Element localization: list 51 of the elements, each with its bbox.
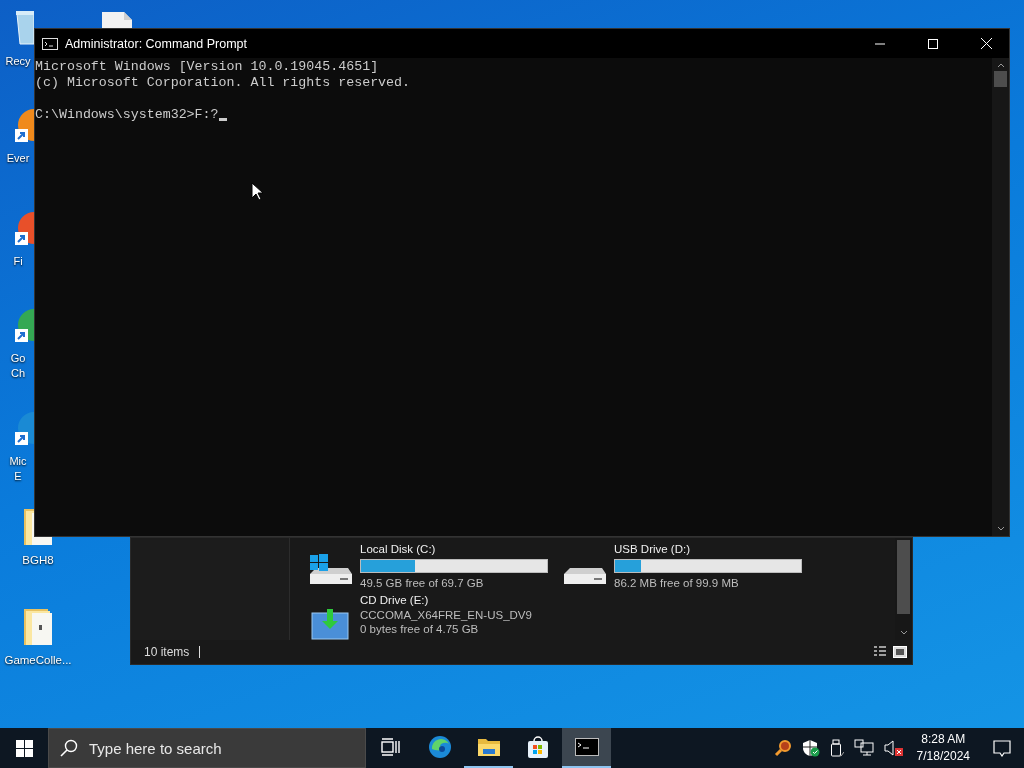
icon-label: GameColle... [4,653,72,668]
network-icon[interactable] [853,739,874,757]
clock-time[interactable]: 8:28 AM [921,731,966,748]
icon-label: Fi [12,254,24,269]
details-view-icon[interactable] [873,646,887,658]
magnifier-icon[interactable] [773,739,792,757]
file-icon[interactable] [100,10,134,28]
close-icon [980,38,992,49]
console-taskbar-button[interactable] [562,728,611,768]
drive-name[interactable]: USB Drive (D:) [614,542,802,557]
search-field[interactable]: Type here to search [48,728,366,768]
muted-speaker-icon[interactable] [883,739,904,757]
item-count: 10 items [144,645,190,659]
browser-icon [427,735,452,759]
scroll-thumb[interactable] [897,540,910,614]
icon-label: Go Ch [9,351,27,381]
large-icons-view-icon[interactable] [893,646,907,658]
icon-label: BGH8 [22,553,54,568]
free-space-text: 49.5 GB free of 69.7 GB [360,575,485,590]
security-shield-icon[interactable] [801,739,820,757]
icon-label: Recy [4,54,32,69]
console-icon [574,738,599,756]
scroll-up-icon[interactable] [996,62,1005,68]
windows-logo-icon [15,739,33,757]
usb-drive-icon[interactable] [829,739,844,757]
speech-bubble-icon [993,739,1011,757]
drive-name[interactable]: CD Drive (E:) [360,593,532,608]
scroll-down-icon[interactable] [996,526,1005,532]
icon-label: Ever [5,151,31,166]
folder-icon [476,737,501,757]
scroll-down-icon[interactable] [899,630,908,636]
search-icon [60,739,78,757]
window-title: Administrator: Command Prompt [65,36,247,51]
recycle-bin-icon[interactable] [15,8,34,48]
console-line: (c) Microsoft Corporation. All rights reserved. [35,75,412,91]
free-space-text: 0 bytes free of 4.75 GB [360,622,480,637]
drive-name[interactable]: Local Disk (C:) [360,542,548,557]
scroll-thumb[interactable] [994,71,1007,87]
maximize-icon [928,38,938,49]
clock-date[interactable]: 7/18/2024 [916,748,970,765]
free-space-text: 86.2 MB free of 99.9 MB [614,575,740,590]
store-bag-icon [526,735,549,759]
mouse-pointer-icon [251,182,263,201]
console-icon [42,37,58,50]
console-prompt: C:\Windows\system32>F:? [35,107,219,123]
scrollbar[interactable] [992,58,1009,536]
task-view-icon [380,738,401,756]
console-line: Microsoft Windows [Version 10.0.19045.4651] [35,59,380,75]
text-cursor [218,118,227,121]
volume-label: CCCOMA_X64FRE_EN-US_DV9 [360,607,532,622]
icon-label: Mic E [8,454,28,484]
